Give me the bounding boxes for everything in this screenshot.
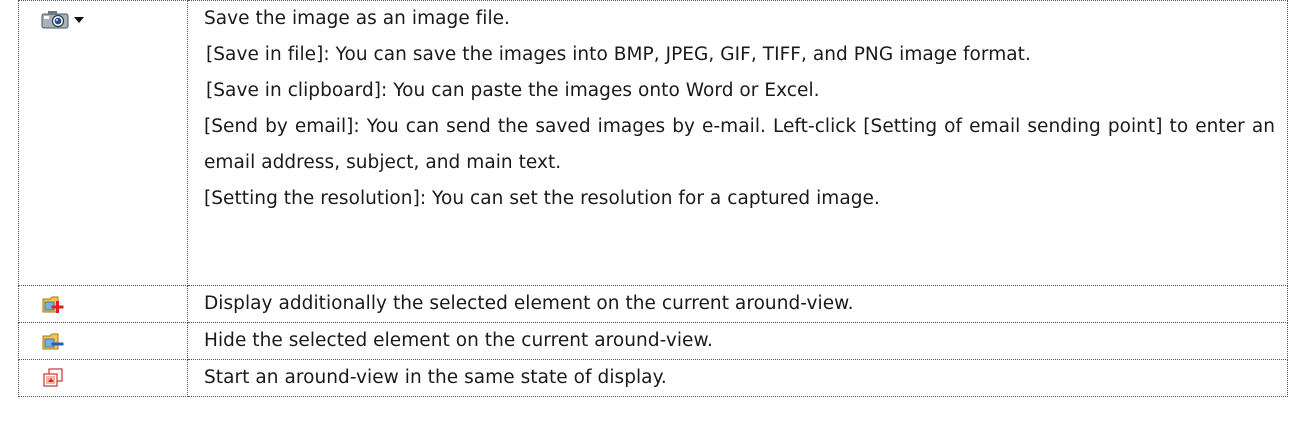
add-element-icon: [41, 286, 65, 322]
description-line: Start an around-view in the same state o…: [204, 367, 667, 388]
description-line: [Save in clipboard]: You can paste the i…: [206, 80, 820, 101]
description-line: [Send by email]: You can send the saved …: [204, 116, 1275, 173]
icon-cell: [18, 285, 188, 323]
hide-element-icon: [41, 323, 65, 359]
table-row: Start an around-view in the same state o…: [18, 359, 1288, 397]
description-line: [Save in file]: You can save the images …: [206, 44, 1031, 65]
description-cell: Hide the selected element on the current…: [187, 322, 1288, 360]
camera-dropdown-icon: [41, 1, 87, 37]
description-cell: Save the image as an image file. [Save i…: [187, 0, 1288, 286]
description-line: [Setting the resolution]: You can set th…: [204, 188, 880, 209]
description-line: Display additionally the selected elemen…: [204, 293, 854, 314]
start-around-view-icon: [41, 360, 65, 396]
icon-description-table: Save the image as an image file. [Save i…: [18, 0, 1288, 397]
icon-cell: [18, 0, 188, 286]
description-cell: Display additionally the selected elemen…: [187, 285, 1288, 323]
icon-cell: [18, 322, 188, 360]
table-row: Display additionally the selected elemen…: [18, 285, 1288, 323]
description-line: Hide the selected element on the current…: [204, 330, 713, 351]
description-cell: Start an around-view in the same state o…: [187, 359, 1288, 397]
icon-cell: [18, 359, 188, 397]
table-row: Hide the selected element on the current…: [18, 322, 1288, 360]
table-row: Save the image as an image file. [Save i…: [18, 0, 1288, 286]
description-line: Save the image as an image file.: [204, 8, 510, 29]
